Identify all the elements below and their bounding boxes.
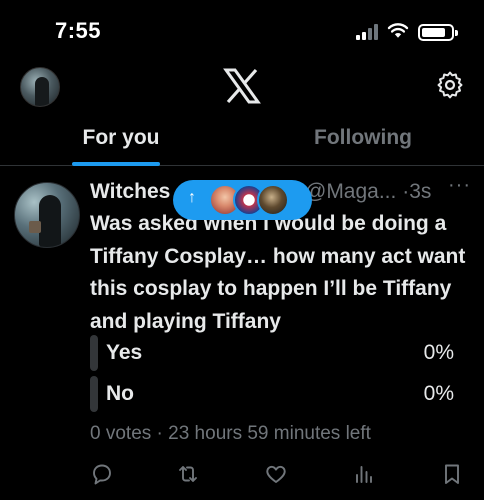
tweet-author-handle-and-time[interactable]: @Maga... ·3s: [305, 180, 431, 204]
timeline-tabs: For you Following: [0, 116, 484, 166]
tweet-author-avatar[interactable]: [14, 182, 80, 248]
clock-time: 7:55: [55, 18, 102, 43]
arrow-up-icon: ↑: [188, 189, 196, 206]
active-tab-indicator: [72, 162, 160, 166]
poll-bar: [90, 376, 98, 412]
poll-option-label: No: [106, 382, 134, 405]
like-icon[interactable]: [264, 462, 288, 486]
views-icon[interactable]: [352, 462, 376, 486]
bookmark-icon[interactable]: [440, 462, 464, 486]
more-options-icon[interactable]: ···: [448, 174, 471, 197]
reply-icon[interactable]: [90, 462, 114, 486]
poll-option-no: No 0%: [90, 376, 458, 412]
tab-following[interactable]: Following: [242, 116, 484, 165]
new-posts-pill[interactable]: ↑: [173, 180, 312, 220]
battery-icon: [418, 24, 458, 41]
new-post-avatar: [257, 184, 289, 216]
tweet-actions: [90, 462, 470, 490]
poll-status: 0 votes · 23 hours 59 minutes left: [90, 423, 371, 444]
tab-for-you-label: For you: [82, 126, 160, 149]
tab-for-you[interactable]: For you: [0, 116, 242, 166]
poll-option-percent: 0%: [423, 382, 454, 405]
gear-icon[interactable]: [436, 71, 464, 99]
tab-following-label: Following: [314, 126, 412, 149]
wifi-icon: [387, 23, 409, 38]
poll-option-percent: 0%: [423, 341, 454, 364]
tweet-timestamp: 3s: [409, 180, 432, 203]
poll-option-label: Yes: [106, 341, 143, 364]
profile-avatar-button[interactable]: [20, 67, 60, 107]
poll-option-yes: Yes 0%: [90, 335, 458, 371]
poll-bar: [90, 335, 98, 371]
status-bar: 7:55: [0, 0, 484, 58]
cellular-signal-icon: [356, 24, 380, 40]
x-logo-icon: [223, 68, 261, 104]
tweet-author-name[interactable]: Witches: [90, 180, 170, 204]
tweet-text: Was asked when I would be doing a Tiffan…: [90, 212, 466, 333]
tweet-author-handle: @Maga...: [305, 180, 397, 203]
repost-icon[interactable]: [176, 462, 200, 486]
